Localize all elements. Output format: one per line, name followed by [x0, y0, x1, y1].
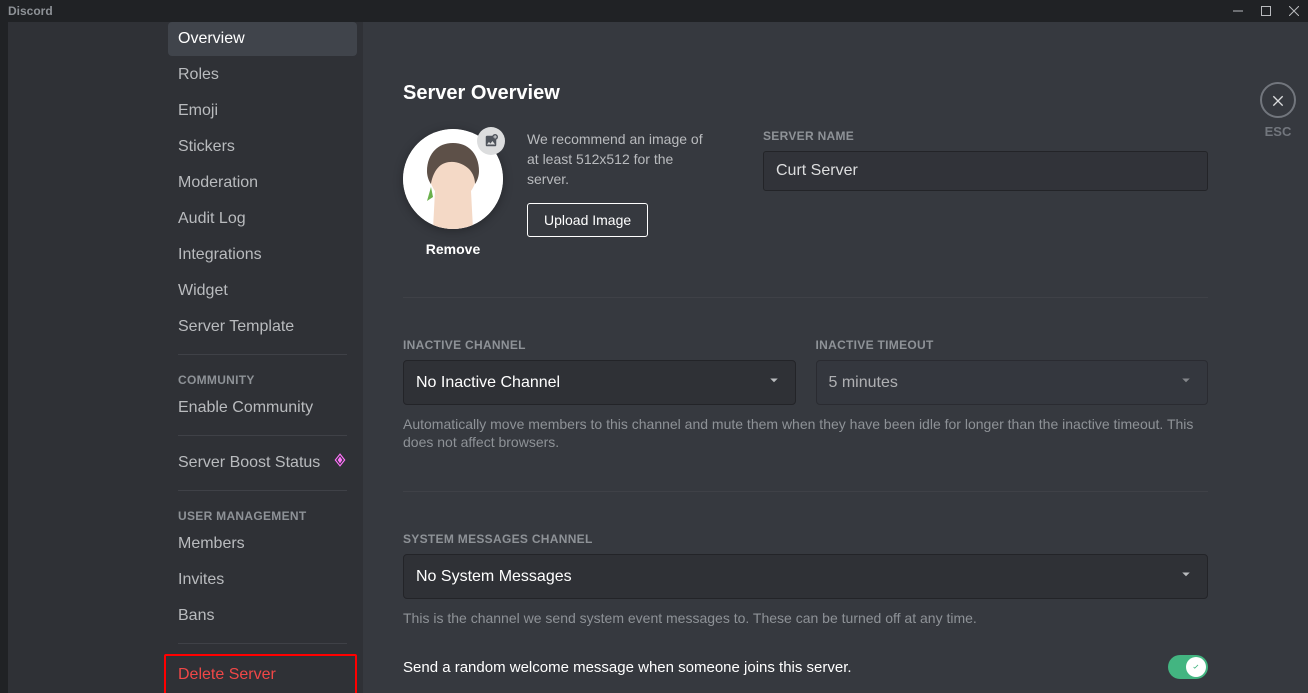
sidebar-item-server-boost-status[interactable]: Server Boost Status [168, 446, 357, 480]
sidebar-divider [178, 490, 347, 491]
sidebar-item-moderation[interactable]: Moderation [168, 166, 357, 200]
sidebar-header-user-management: USER MANAGEMENT [168, 501, 357, 527]
sidebar-item-delete-server[interactable]: Delete Server [168, 658, 353, 692]
app-title: Discord [8, 4, 53, 18]
window-minimize-button[interactable] [1224, 0, 1252, 22]
settings-sidebar: Overview Roles Emoji Stickers Moderation… [8, 22, 363, 693]
sidebar-item-overview[interactable]: Overview [168, 22, 357, 56]
server-avatar[interactable] [403, 129, 503, 229]
inactive-timeout-select[interactable]: 5 minutes [816, 360, 1209, 405]
window-close-button[interactable] [1280, 0, 1308, 22]
window-controls [1224, 0, 1308, 22]
divider [403, 297, 1208, 298]
close-column: ESC [1248, 22, 1308, 693]
system-channel-select[interactable]: No System Messages [403, 554, 1208, 599]
sidebar-item-widget[interactable]: Widget [168, 274, 357, 308]
inactive-channel-label: INACTIVE CHANNEL [403, 338, 796, 352]
sidebar-item-audit-log[interactable]: Audit Log [168, 202, 357, 236]
content-area: Server Overview [363, 22, 1308, 693]
content-scroll: Server Overview [363, 22, 1248, 693]
welcome-toggle[interactable] [1168, 655, 1208, 679]
upload-image-button[interactable]: Upload Image [527, 203, 648, 237]
inactive-help-text: Automatically move members to this chann… [403, 415, 1208, 451]
server-name-label: SERVER NAME [763, 129, 1208, 143]
sidebar-item-emoji[interactable]: Emoji [168, 94, 357, 128]
sidebar-header-community: COMMUNITY [168, 365, 357, 391]
sidebar-item-invites[interactable]: Invites [168, 563, 357, 597]
sidebar-item-integrations[interactable]: Integrations [168, 238, 357, 272]
sidebar-divider [178, 435, 347, 436]
left-gutter [0, 22, 8, 693]
sidebar-item-bans[interactable]: Bans [168, 599, 357, 633]
system-channel-label: SYSTEM MESSAGES CHANNEL [403, 532, 1208, 546]
toggle-knob [1186, 657, 1206, 677]
system-help-text: This is the channel we send system event… [403, 609, 1208, 627]
chevron-down-icon [1177, 371, 1195, 394]
sidebar-divider [178, 354, 347, 355]
welcome-toggle-label: Send a random welcome message when someo… [403, 659, 852, 676]
boost-gem-icon [333, 453, 347, 473]
page-title: Server Overview [403, 82, 1208, 105]
upload-avatar-icon[interactable] [477, 127, 505, 155]
esc-label: ESC [1265, 124, 1292, 139]
remove-avatar-button[interactable]: Remove [426, 241, 480, 257]
system-channel-value: No System Messages [416, 568, 572, 586]
sidebar-item-enable-community[interactable]: Enable Community [168, 391, 357, 425]
inactive-timeout-label: INACTIVE TIMEOUT [816, 338, 1209, 352]
window-maximize-button[interactable] [1252, 0, 1280, 22]
server-name-input[interactable] [763, 151, 1208, 191]
sidebar-item-members[interactable]: Members [168, 527, 357, 561]
chevron-down-icon [1177, 565, 1195, 588]
sidebar-item-server-template[interactable]: Server Template [168, 310, 357, 344]
sidebar-divider [178, 643, 347, 644]
inactive-channel-select[interactable]: No Inactive Channel [403, 360, 796, 405]
title-bar: Discord [0, 0, 1308, 22]
delete-server-highlight: Delete Server [164, 654, 357, 693]
sidebar-item-label: Server Boost Status [178, 454, 320, 471]
avatar-help-text: We recommend an image of at least 512x51… [527, 129, 717, 189]
inactive-timeout-value: 5 minutes [829, 374, 898, 392]
sidebar-item-roles[interactable]: Roles [168, 58, 357, 92]
inactive-channel-value: No Inactive Channel [416, 374, 560, 392]
close-settings-button[interactable] [1260, 82, 1296, 118]
sidebar-item-stickers[interactable]: Stickers [168, 130, 357, 164]
divider [403, 491, 1208, 492]
chevron-down-icon [765, 371, 783, 394]
